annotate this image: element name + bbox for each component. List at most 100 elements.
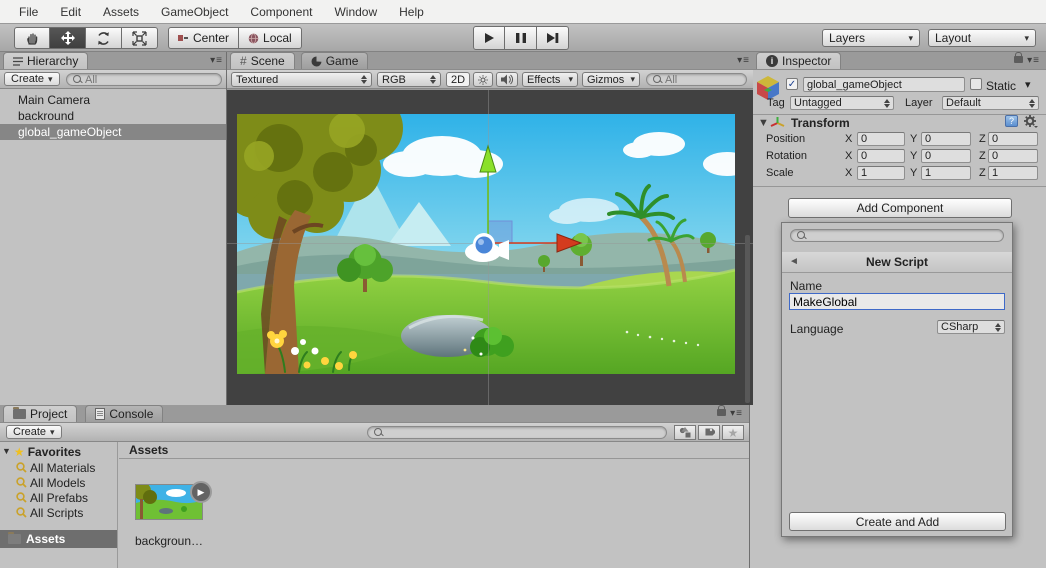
rotate-tool-button[interactable] xyxy=(86,27,122,49)
menu-file[interactable]: File xyxy=(8,5,49,19)
position-z-field[interactable]: 0 xyxy=(988,132,1038,146)
space-local-button[interactable]: Local xyxy=(239,27,302,49)
rotation-z-field[interactable]: 0 xyxy=(988,149,1038,163)
menu-component[interactable]: Component xyxy=(239,5,323,19)
scale-y-field[interactable]: 1 xyxy=(921,166,971,180)
hierarchy-create-button[interactable]: Create ▾ xyxy=(4,72,60,86)
scale-z-field[interactable]: 1 xyxy=(988,166,1038,180)
menu-help[interactable]: Help xyxy=(388,5,435,19)
hierarchy-search-input[interactable] xyxy=(85,73,215,86)
tree-all-prefabs[interactable]: All Prefabs xyxy=(0,490,117,505)
play-button[interactable] xyxy=(473,26,505,50)
local-globe-icon xyxy=(248,32,259,44)
tree-all-models[interactable]: All Models xyxy=(0,475,117,490)
static-checkbox[interactable] xyxy=(970,78,982,90)
scale-x-field[interactable]: 1 xyxy=(857,166,905,180)
hierarchy-item-global-gameobject[interactable]: global_gameObject xyxy=(0,124,226,140)
layers-dropdown[interactable]: Layers ▾ xyxy=(822,29,920,47)
asset-play-badge-icon[interactable]: ▶ xyxy=(190,481,212,503)
panel-menu-icon[interactable]: ▾≡ xyxy=(210,55,223,66)
asset-label[interactable]: backgroun… xyxy=(127,534,211,548)
lock-icon[interactable] xyxy=(1014,52,1024,63)
hand-tool-button[interactable] xyxy=(14,27,50,49)
scene-search[interactable] xyxy=(646,73,747,86)
chevron-down-icon: ▾ xyxy=(50,426,55,437)
tag-dropdown[interactable]: Untagged xyxy=(790,96,894,110)
back-arrow-icon[interactable]: ◄ xyxy=(789,256,799,267)
position-y-field[interactable]: 0 xyxy=(921,132,971,146)
shading-mode-dropdown[interactable]: Textured xyxy=(231,72,372,87)
render-channels-dropdown[interactable]: RGB xyxy=(377,72,441,87)
transform-foldout-icon[interactable]: ▼ xyxy=(758,118,769,129)
step-icon xyxy=(547,33,559,43)
position-x-field[interactable]: 0 xyxy=(857,132,905,146)
menu-gameobject[interactable]: GameObject xyxy=(150,5,239,19)
scale-tool-button[interactable] xyxy=(122,27,158,49)
tree-favorites[interactable]: ▼ ★ Favorites xyxy=(0,444,117,459)
tree-all-materials[interactable]: All Materials xyxy=(0,460,117,475)
component-search[interactable] xyxy=(790,229,1004,242)
axis-x-label: X xyxy=(845,150,853,162)
favorite-search-button[interactable]: ★ xyxy=(722,425,744,440)
move-gizmo[interactable] xyxy=(237,114,735,374)
rotation-y-field[interactable]: 0 xyxy=(921,149,971,163)
script-name-input[interactable] xyxy=(789,293,1005,310)
console-icon xyxy=(95,408,106,420)
help-icon[interactable]: ? xyxy=(1005,115,1018,127)
project-search-input[interactable] xyxy=(386,426,660,439)
rotation-x-field[interactable]: 0 xyxy=(857,149,905,163)
gameobject-active-checkbox[interactable]: ✓ xyxy=(786,78,798,90)
tree-all-scripts[interactable]: All Scripts xyxy=(0,505,117,520)
hierarchy-search[interactable] xyxy=(66,73,222,86)
asset-thumbnail-background[interactable]: ▶ xyxy=(133,481,212,520)
tab-console[interactable]: Console xyxy=(85,405,164,422)
gear-icon[interactable] xyxy=(1024,115,1038,128)
pause-button[interactable] xyxy=(505,26,537,50)
inspector-panel: i Inspector ▾≡ ✓ Static ▾ Tag Untagged L… xyxy=(753,52,1046,568)
chevron-down-icon: ▾ xyxy=(1024,32,1029,43)
gameobject-name-field[interactable] xyxy=(803,77,965,92)
gizmo-y-axis-arrow[interactable] xyxy=(479,144,497,173)
layer-dropdown[interactable]: Default xyxy=(942,96,1039,110)
toggle-2d-button[interactable]: 2D xyxy=(446,72,470,87)
layout-dropdown[interactable]: Layout ▾ xyxy=(928,29,1036,47)
step-button[interactable] xyxy=(537,26,569,50)
component-search-input[interactable] xyxy=(809,229,997,242)
move-tool-button[interactable] xyxy=(50,27,86,49)
hierarchy-item-main-camera[interactable]: Main Camera xyxy=(0,92,226,108)
foldout-icon[interactable]: ▼ xyxy=(2,447,11,456)
gizmo-x-axis-arrow[interactable] xyxy=(556,233,583,253)
search-by-label-button[interactable] xyxy=(698,425,720,440)
menu-window[interactable]: Window xyxy=(323,5,388,19)
effects-dropdown[interactable]: Effects ▾ xyxy=(522,72,578,87)
tree-assets-folder[interactable]: Assets xyxy=(0,530,117,548)
gizmos-dropdown[interactable]: Gizmos ▾ xyxy=(582,72,640,87)
project-search[interactable] xyxy=(367,426,667,439)
search-by-type-button[interactable] xyxy=(674,425,696,440)
static-dropdown-icon[interactable]: ▾ xyxy=(1025,80,1031,91)
create-and-add-button[interactable]: Create and Add xyxy=(789,512,1006,531)
project-create-button[interactable]: Create ▾ xyxy=(6,425,62,439)
panel-menu-icon[interactable]: ▾≡ xyxy=(737,55,750,66)
panel-menu-icon[interactable]: ▾≡ xyxy=(717,405,743,419)
tab-project[interactable]: Project xyxy=(3,405,78,422)
layer-label: Layer xyxy=(905,97,933,109)
tab-hierarchy[interactable]: Hierarchy xyxy=(3,52,89,69)
language-dropdown[interactable]: CSharp xyxy=(937,320,1005,334)
scene-lighting-button[interactable] xyxy=(473,72,493,87)
add-component-button[interactable]: Add Component xyxy=(788,198,1012,218)
scene-scrollbar[interactable] xyxy=(745,235,750,403)
menu-edit[interactable]: Edit xyxy=(49,5,92,19)
game-view-icon xyxy=(311,56,322,66)
scene-search-input[interactable] xyxy=(665,73,740,86)
menu-assets[interactable]: Assets xyxy=(92,5,150,19)
lock-icon[interactable] xyxy=(717,405,727,416)
tab-game[interactable]: Game xyxy=(300,52,369,69)
tab-inspector[interactable]: i Inspector xyxy=(756,52,842,69)
hierarchy-item-backround[interactable]: backround xyxy=(0,108,226,124)
tab-scene[interactable]: # Scene xyxy=(230,52,295,69)
scene-viewport[interactable] xyxy=(227,90,753,405)
scene-audio-button[interactable] xyxy=(496,72,518,87)
pivot-center-button[interactable]: Center xyxy=(168,27,240,49)
panel-menu-icon[interactable]: ▾≡ xyxy=(1014,52,1040,66)
